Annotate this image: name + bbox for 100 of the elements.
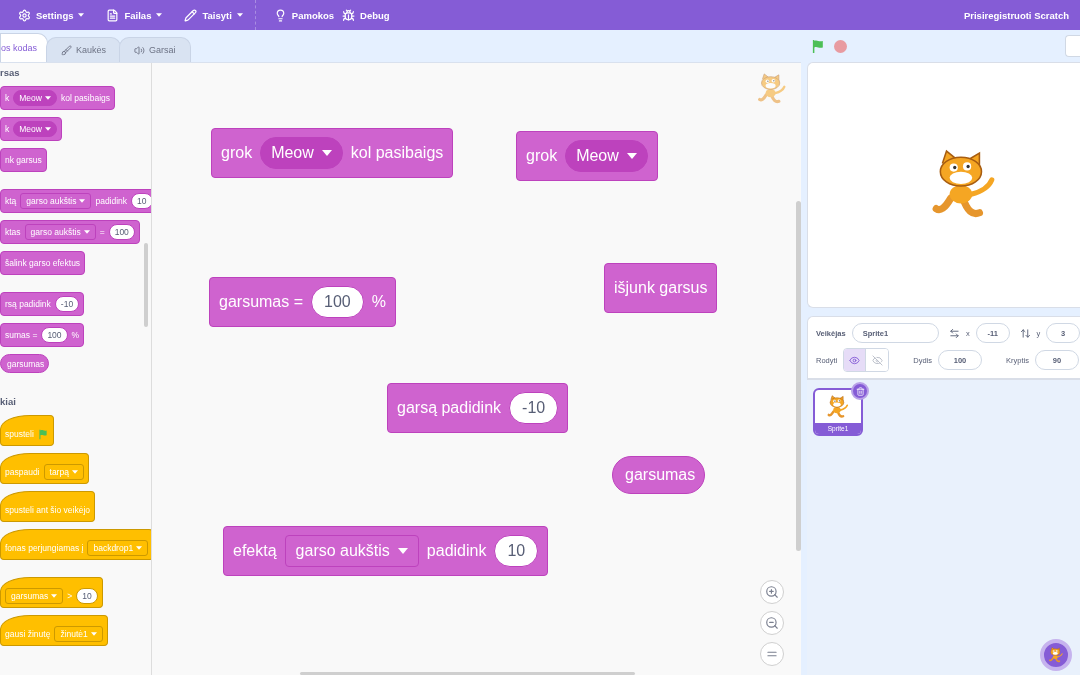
sprite-thumbnail <box>826 394 850 419</box>
cat-icon <box>1048 647 1064 663</box>
block-label: kol pasibaigs <box>60 93 111 103</box>
stage-mode-button[interactable] <box>1065 35 1080 57</box>
command-block[interactable]: išjunk garsus <box>604 263 718 313</box>
category-title: rsas <box>0 67 20 78</box>
reporter-block[interactable]: garsumas <box>0 354 50 373</box>
reporter-block[interactable]: garsumas <box>612 456 706 494</box>
block-label: šalink garso efektus <box>5 258 81 268</box>
command-block[interactable]: sumas = 100 % <box>0 323 85 347</box>
command-block[interactable]: rsą padidink -10 <box>0 292 85 316</box>
block-label: padidink <box>426 542 487 560</box>
caret-icon <box>397 548 408 554</box>
dropdown-menu[interactable]: Meow <box>13 90 57 106</box>
block-label: spusteli ant šio veikėjo <box>5 505 91 515</box>
caret-icon <box>321 150 332 156</box>
block-label: gausi žinutę <box>5 629 51 639</box>
scrollbar[interactable] <box>144 243 148 327</box>
category-title: kiai <box>0 396 16 407</box>
editor-tab[interactable]: Kaukės <box>46 37 122 62</box>
block-label: fonas perjungiamas į <box>5 543 84 553</box>
caret-icon <box>136 546 143 550</box>
block-label: k <box>5 124 10 134</box>
dropdown-menu[interactable]: Meow <box>260 137 343 169</box>
editor-tab[interactable]: os kodas <box>0 33 49 62</box>
number-input[interactable]: 10 <box>76 588 98 604</box>
block-label: garsumas <box>7 358 45 369</box>
zoom-in-icon <box>765 585 779 599</box>
command-block[interactable]: nk garsus <box>0 148 47 172</box>
show-button[interactable] <box>844 349 867 371</box>
block-label: paspaudi <box>5 467 40 477</box>
block-label: sumas = <box>5 330 38 340</box>
command-block[interactable]: k Meow <box>0 117 62 141</box>
block-label: nk garsus <box>5 155 42 165</box>
caret-icon <box>71 470 78 474</box>
menu-item[interactable]: Taisyti <box>184 8 243 22</box>
number-input[interactable]: 10 <box>494 535 539 567</box>
block-label: k <box>5 93 10 103</box>
delete-button[interactable] <box>851 382 869 400</box>
sign-up-link[interactable]: Prisiregistruoti Scratch <box>963 9 1069 21</box>
number-input[interactable]: -10 <box>54 296 80 312</box>
vertical-arrow-icon <box>1019 327 1031 339</box>
block-label: rsą padidink <box>5 299 51 309</box>
command-block[interactable]: ktą garso aukštis padidink 10 <box>0 189 151 213</box>
menu-item[interactable]: Pamokos <box>273 8 335 22</box>
caret-icon <box>44 96 51 100</box>
sprite-cat-icon <box>756 73 788 105</box>
horizontal-arrow-icon <box>949 327 961 339</box>
bug-icon <box>342 8 356 22</box>
dropdown-menu[interactable]: garso aukštis <box>20 193 92 209</box>
number-input[interactable]: 100 <box>311 286 364 318</box>
number-input[interactable]: -10 <box>509 392 559 424</box>
block-label: kol pasibaigs <box>350 144 444 162</box>
trash-icon <box>855 386 865 396</box>
crossed-eye-icon <box>871 354 883 366</box>
dropdown-menu[interactable]: Meow <box>565 140 648 172</box>
reset-zoom-button[interactable] <box>760 642 784 666</box>
block-label: % <box>71 330 80 340</box>
editor-tab[interactable]: Garsai <box>119 37 191 62</box>
command-block[interactable]: ktas garso aukštis = 100 <box>0 220 140 244</box>
dropdown-menu[interactable]: Meow <box>13 121 57 137</box>
eye-icon <box>849 354 861 366</box>
flag-icon <box>37 428 49 440</box>
number-input[interactable]: 100 <box>41 327 68 343</box>
caret-icon <box>79 199 86 203</box>
number-input[interactable]: 100 <box>108 224 135 240</box>
command-block[interactable]: grok Meow <box>516 131 658 181</box>
zoom-out-button[interactable] <box>760 611 784 635</box>
add-sprite-button[interactable] <box>1040 639 1072 671</box>
block-label: ktas <box>5 227 21 237</box>
brush-icon <box>61 44 73 56</box>
scrollbar[interactable] <box>796 201 801 551</box>
number-input[interactable]: 10 <box>131 193 151 209</box>
caret-icon <box>626 153 637 159</box>
block-label: % <box>371 293 386 311</box>
block-label: > <box>67 591 73 601</box>
command-block[interactable]: garsumas = 100 % <box>209 277 396 327</box>
block-label: grok <box>526 147 558 165</box>
command-block[interactable]: efektą garso aukštis padidink 10 <box>223 526 549 576</box>
zoom-in-button[interactable] <box>760 580 784 604</box>
scrollbar[interactable] <box>300 672 635 675</box>
block-label: padidink <box>95 196 128 206</box>
command-block[interactable]: garsą padidink -10 <box>387 383 569 433</box>
block-label: = <box>99 227 105 237</box>
block-label: spusteli <box>5 429 34 439</box>
menu-item[interactable]: Debug <box>342 8 390 22</box>
menu-item[interactable]: Settings <box>18 8 85 22</box>
hat-block[interactable]: garsumas > 10 <box>0 577 103 608</box>
command-block[interactable]: k Meow kol pasibaigs <box>0 86 116 110</box>
block-label: garsumas <box>625 466 696 484</box>
stop-button[interactable] <box>834 39 847 53</box>
menu-item[interactable]: Failas <box>106 8 163 22</box>
block-label: garsumas = <box>219 293 304 311</box>
dropdown-menu[interactable]: garso aukštis <box>24 224 96 240</box>
speaker-icon <box>134 44 146 56</box>
dropdown-menu[interactable]: garso aukštis <box>284 535 419 567</box>
caret-icon <box>44 127 51 131</box>
command-block[interactable]: šalink garso efektus <box>0 251 86 275</box>
file-icon <box>106 8 120 22</box>
command-block[interactable]: grok Meow kol pasibaigs <box>211 128 454 178</box>
